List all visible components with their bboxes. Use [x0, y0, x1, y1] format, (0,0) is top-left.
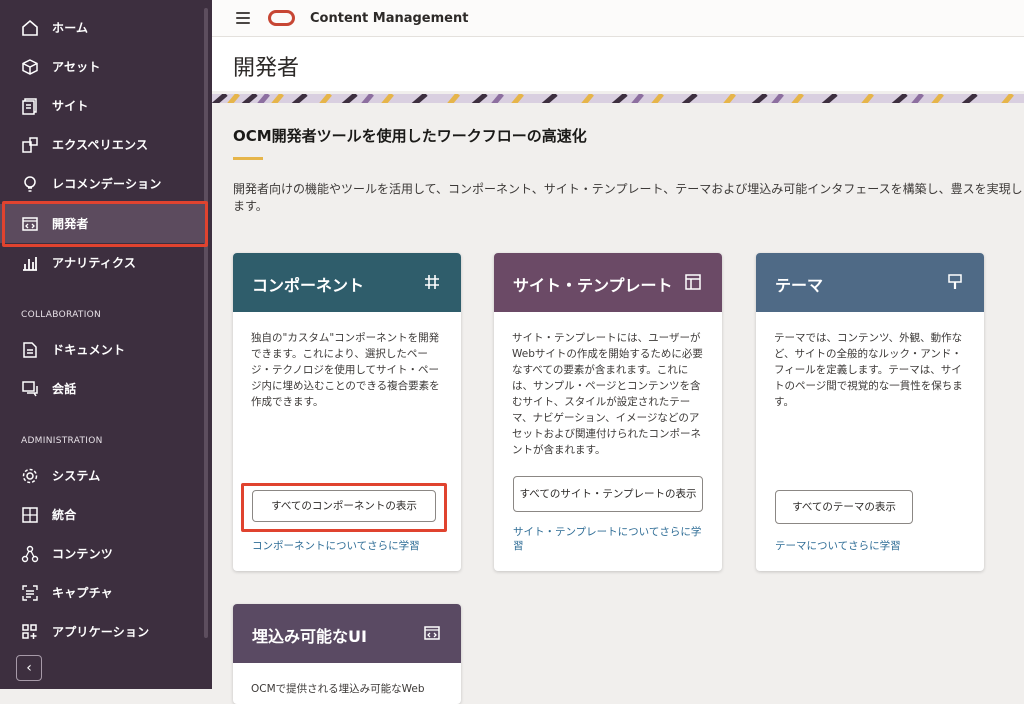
card-description: 独自の"カスタム"コンポーネントを開発できます。これにより、選択したページ・テク…	[251, 332, 440, 408]
gear-icon	[20, 466, 40, 486]
view-all-site-templates-button[interactable]: すべてのサイト・テンプレートの表示	[513, 476, 703, 512]
bar-chart-icon	[20, 253, 40, 273]
collapse-sidebar-button[interactable]: ‹	[16, 655, 42, 681]
card-header: テーマ	[756, 253, 984, 312]
sidebar-item-label: 統合	[52, 508, 77, 522]
layout-icon	[684, 273, 702, 291]
apps-icon	[20, 622, 40, 642]
section-heading: OCM開発者ツールを使用したワークフローの高速化	[233, 127, 587, 145]
content-network-icon	[20, 544, 40, 564]
hamburger-menu-icon[interactable]	[236, 12, 250, 24]
page-header: 開発者	[212, 37, 1024, 91]
sidebar-item-system[interactable]: システム	[0, 456, 205, 495]
card-description: テーマでは、コンテンツ、外観、動作など、サイトの全般的なルック・アンド・フィール…	[774, 332, 963, 408]
card-themes: テーマ テーマでは、コンテンツ、外観、動作など、サイトの全般的なルック・アンド・…	[756, 253, 984, 571]
intro-text: 開発者向けの機能やツールを活用して、コンポーネント、サイト・テンプレート、テーマ…	[233, 182, 1023, 213]
sidebar-item-integrations[interactable]: 統合	[0, 495, 205, 534]
embed-icon	[423, 624, 441, 642]
sidebar-item-content[interactable]: コンテンツ	[0, 534, 205, 573]
brush-icon	[946, 273, 964, 291]
sidebar-item-label: キャプチャ	[52, 586, 113, 600]
section-header-collaboration: COLLABORATION	[21, 310, 102, 320]
document-icon	[20, 340, 40, 360]
learn-more-components-link[interactable]: コンポーネントについてさらに学習	[252, 539, 420, 553]
cube-icon	[20, 57, 40, 77]
card-header: コンポーネント	[233, 253, 461, 312]
decorative-banner	[212, 91, 1024, 103]
sidebar: ホーム アセット サイト エクスペリエンス レコメンデーション 開発者 アナリテ…	[0, 0, 212, 689]
conversation-icon	[20, 379, 40, 399]
sidebar-item-home[interactable]: ホーム	[0, 8, 205, 47]
chevron-left-icon: ‹	[26, 660, 32, 676]
sidebar-item-experiences[interactable]: エクスペリエンス	[0, 125, 205, 164]
card-title: テーマ	[775, 276, 824, 295]
card-description: OCMで提供される埋込み可能なWeb	[251, 683, 425, 695]
highlight-box-components-button	[241, 483, 447, 532]
card-embeddable-ui: 埋込み可能なUI OCMで提供される埋込み可能なWeb	[233, 604, 461, 704]
sidebar-item-label: アセット	[52, 60, 101, 74]
site-icon	[20, 96, 40, 116]
top-bar: Content Management	[212, 0, 1024, 37]
sidebar-item-label: 会話	[52, 382, 77, 396]
sidebar-item-conversations[interactable]: 会話	[0, 369, 205, 408]
card-header: サイト・テンプレート	[494, 253, 722, 312]
learn-more-themes-link[interactable]: テーマについてさらに学習	[775, 539, 901, 553]
card-title: 埋込み可能なUI	[252, 627, 367, 646]
sidebar-item-assets[interactable]: アセット	[0, 47, 205, 86]
sidebar-item-label: レコメンデーション	[52, 177, 162, 191]
learn-more-site-templates-link[interactable]: サイト・テンプレートについてさらに学習	[513, 525, 703, 553]
sidebar-item-label: アプリケーション	[52, 625, 150, 639]
card-title: サイト・テンプレート	[513, 276, 673, 295]
page-title: 開発者	[233, 56, 300, 81]
sidebar-item-recommendations[interactable]: レコメンデーション	[0, 164, 205, 203]
card-title: コンポーネント	[252, 276, 365, 295]
section-header-administration: ADMINISTRATION	[21, 436, 103, 446]
sidebar-item-label: サイト	[52, 99, 89, 113]
hash-icon	[423, 273, 441, 291]
integration-icon	[20, 505, 40, 525]
app-title: Content Management	[310, 10, 469, 26]
sidebar-item-label: アナリティクス	[52, 256, 137, 270]
highlight-box-developer	[2, 201, 208, 247]
card-header: 埋込み可能なUI	[233, 604, 461, 663]
sidebar-item-label: エクスペリエンス	[52, 138, 149, 152]
view-all-themes-button[interactable]: すべてのテーマの表示	[775, 490, 913, 524]
sidebar-item-documents[interactable]: ドキュメント	[0, 330, 205, 369]
sidebar-item-capture[interactable]: キャプチャ	[0, 573, 205, 612]
experience-icon	[20, 135, 40, 155]
oracle-logo	[268, 10, 295, 26]
capture-icon	[20, 583, 40, 603]
lightbulb-icon	[20, 174, 40, 194]
heading-accent	[233, 157, 263, 160]
sidebar-item-label: システム	[52, 469, 101, 483]
home-icon	[20, 18, 40, 38]
sidebar-item-label: ホーム	[52, 21, 89, 35]
sidebar-item-label: ドキュメント	[52, 343, 126, 357]
sidebar-item-label: コンテンツ	[52, 547, 114, 561]
card-description: サイト・テンプレートには、ユーザーがWebサイトの作成を開始するために必要なすべ…	[512, 332, 703, 456]
card-site-templates: サイト・テンプレート サイト・テンプレートには、ユーザーがWebサイトの作成を開…	[494, 253, 722, 571]
sidebar-item-analytics[interactable]: アナリティクス	[0, 243, 205, 282]
sidebar-item-sites[interactable]: サイト	[0, 86, 205, 125]
sidebar-item-applications[interactable]: アプリケーション	[0, 612, 205, 651]
